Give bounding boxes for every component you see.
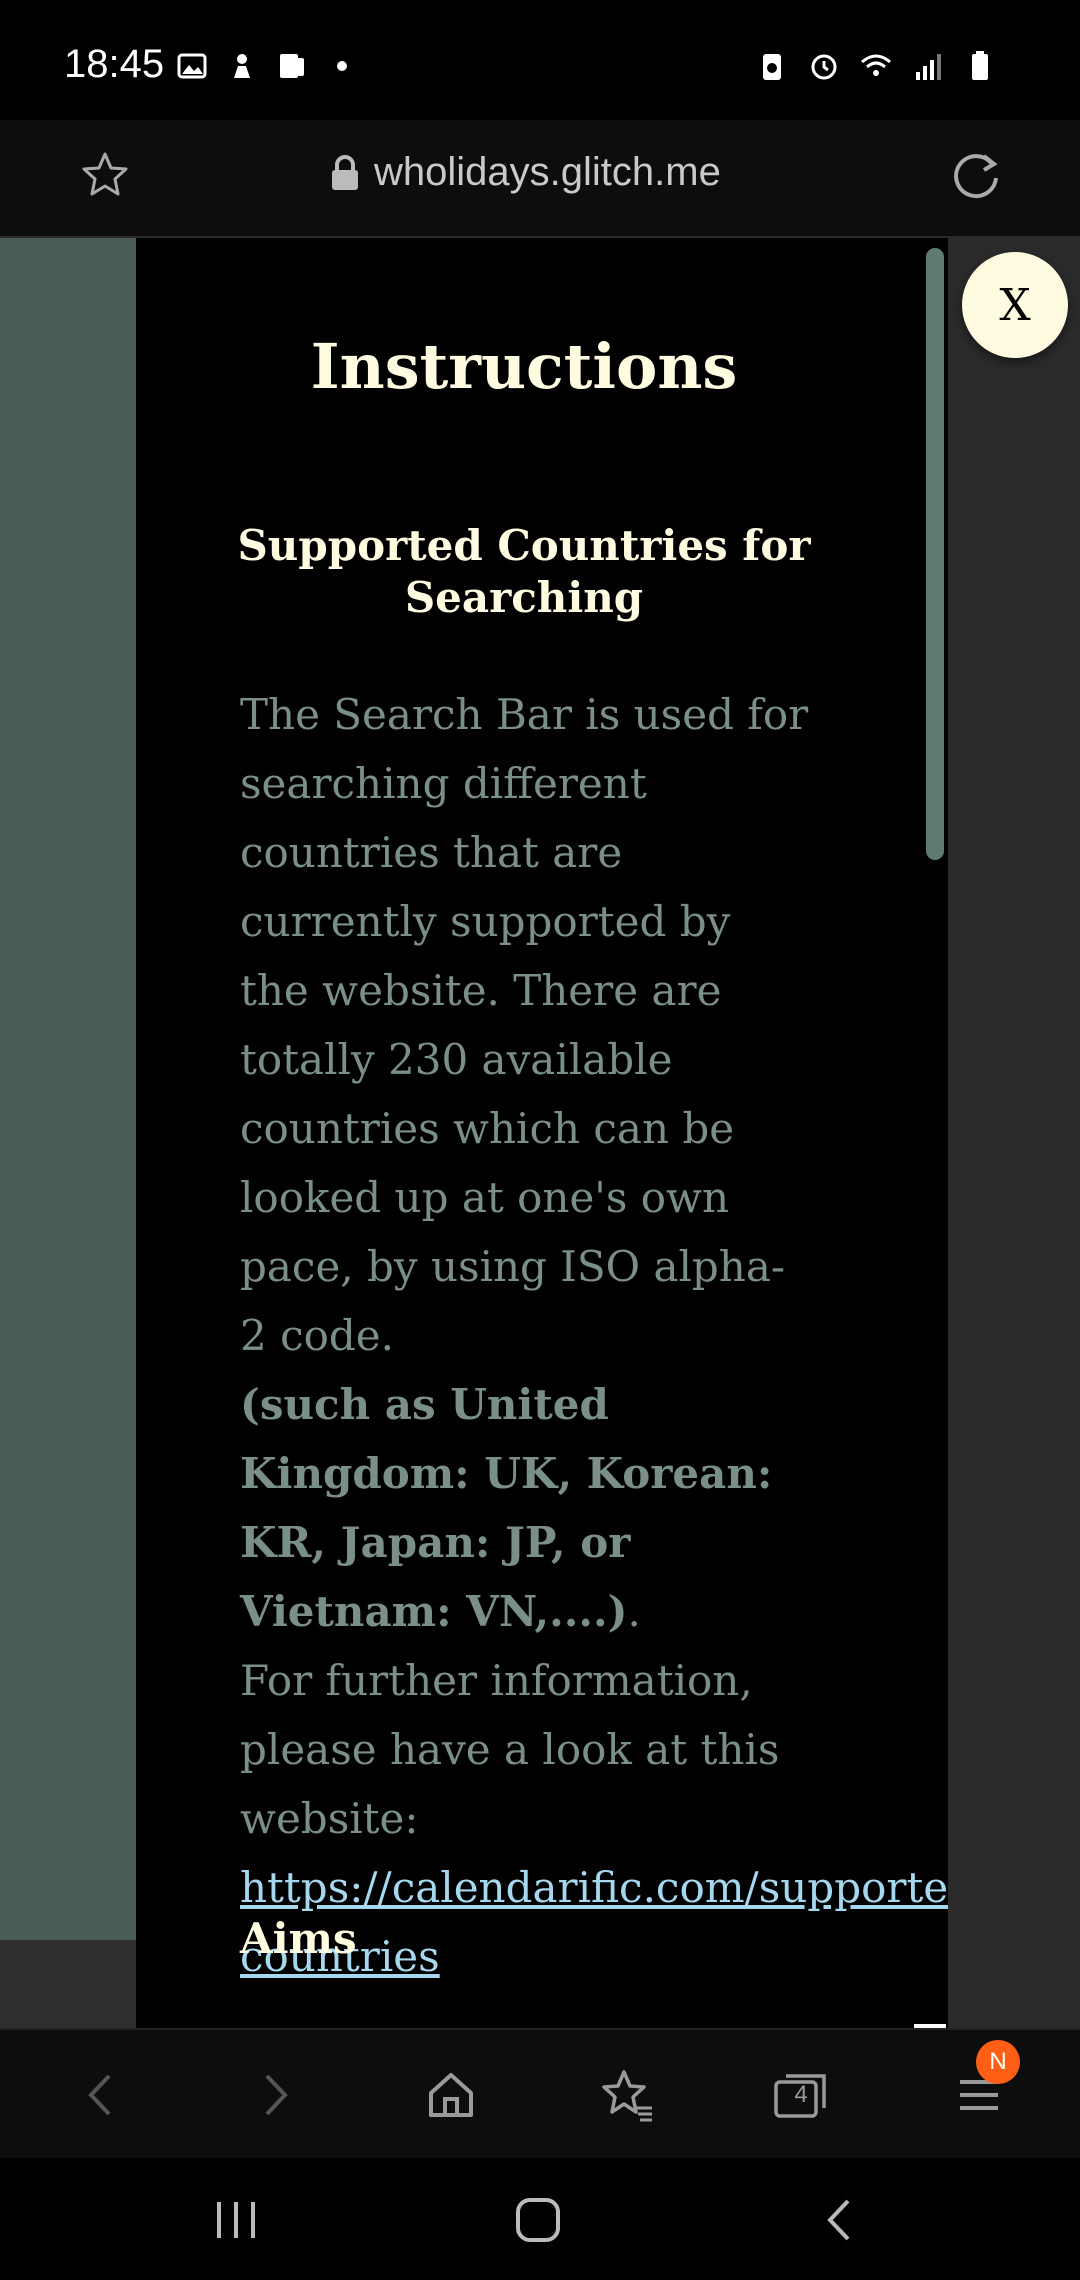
wifi-icon <box>861 54 891 76</box>
section-title-supported-countries: Supported Countries for Searching <box>237 521 811 622</box>
bookmarks-button[interactable] <box>592 2060 662 2130</box>
lock-icon <box>332 154 358 190</box>
tab-count: 4 <box>794 2081 808 2108</box>
status-icons-right <box>756 50 996 82</box>
browser-toolbar: 4 <box>0 2028 1080 2160</box>
close-modal-button[interactable]: X <box>962 252 1068 358</box>
alarm-icon <box>811 54 837 80</box>
status-icons-left <box>176 50 358 82</box>
paragraph-examples-suffix: . <box>627 1587 641 1636</box>
back-arrow-icon <box>88 2074 111 2116</box>
paragraph-intro: The Search Bar is used for searching dif… <box>240 690 809 1360</box>
url-display[interactable]: wholidays.glitch.me <box>330 150 721 195</box>
modal-scrollbar[interactable] <box>926 248 944 860</box>
section-title-aims: Aims <box>240 1914 357 1963</box>
paragraph-examples: (such as United Kingdom: UK, Korean: KR,… <box>240 1380 773 1636</box>
home-button[interactable] <box>416 2060 486 2130</box>
menu-notification-badge: N <box>976 2040 1020 2084</box>
reload-icon[interactable] <box>948 148 1004 204</box>
phone-icon <box>280 54 304 78</box>
image-icon <box>177 53 207 79</box>
back-button[interactable] <box>66 2060 136 2130</box>
dot-icon <box>337 61 347 71</box>
tabs-button[interactable]: 4 <box>766 2060 836 2130</box>
status-bar: 18:45 <box>0 0 1080 120</box>
back-chevron-icon <box>827 2199 850 2241</box>
home-icon <box>429 2073 473 2117</box>
status-time: 18:45 <box>64 42 165 86</box>
url-text: wholidays.glitch.me <box>374 150 721 194</box>
recent-apps-icon <box>217 2202 255 2238</box>
bookmarks-star-icon <box>602 2070 652 2122</box>
address-bar: wholidays.glitch.me <box>0 120 1080 238</box>
instructions-modal: Instructions Supported Countries for Sea… <box>136 238 948 2028</box>
system-navigation-bar <box>0 2158 1080 2280</box>
supported-countries-link[interactable]: https://calendarific.com/supporte <box>240 1863 948 1912</box>
app-notification-icon <box>234 54 250 78</box>
page-right-area <box>948 238 1080 2028</box>
recent-apps-button[interactable] <box>206 2192 266 2248</box>
bookmark-star-icon[interactable] <box>80 150 130 200</box>
forward-button[interactable] <box>240 2060 310 2130</box>
modal-title: Instructions <box>310 330 738 403</box>
forward-arrow-icon <box>265 2074 288 2116</box>
signal-icon <box>916 54 941 80</box>
battery-icon <box>972 51 988 80</box>
home-square-icon <box>516 2198 560 2242</box>
page-footer-strip <box>0 1940 136 2028</box>
battery-saver-icon <box>763 54 781 80</box>
paragraph-more-info: For further information, please have a l… <box>240 1656 780 1843</box>
back-nav-button[interactable] <box>810 2192 870 2248</box>
home-nav-button[interactable] <box>508 2192 568 2248</box>
section-paragraph: The Search Bar is used for searching dif… <box>240 680 948 1991</box>
